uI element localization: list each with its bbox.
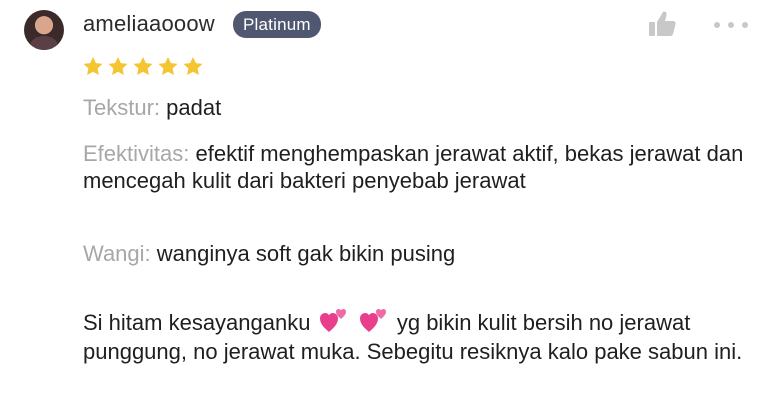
two-hearts-icon [359,309,386,332]
review-card: ameliaaooow Platinum Tekstur: padat Efek… [0,0,768,406]
field-label: Tekstur: [83,95,161,120]
username[interactable]: ameliaaooow [83,10,215,38]
avatar[interactable] [24,10,64,50]
field-efektivitas: Efektivitas: efektif menghempaskan jeraw… [83,140,753,194]
star-icon [108,57,128,75]
field-label: Efektivitas: [83,141,190,166]
two-hearts-icon [319,309,346,332]
field-label: Wangi: [83,241,151,266]
field-value: padat [160,95,222,120]
field-wangi: Wangi: wanginya soft gak bikin pusing [83,240,753,267]
more-options-icon[interactable] [713,20,749,30]
star-icon [158,57,178,75]
field-value: wanginya soft gak bikin pusing [150,241,456,266]
star-icon [133,57,153,75]
star-icon [83,57,103,75]
thumbs-up-icon[interactable] [647,10,677,38]
review-text-part1: Si hitam kesayanganku [83,310,311,335]
user-badge: Platinum [233,11,321,38]
review-text: Si hitam kesayanganku yg bikin kulit ber… [83,307,753,366]
star-rating [82,55,204,77]
star-icon [183,57,203,75]
field-tekstur: Tekstur: padat [83,94,753,121]
